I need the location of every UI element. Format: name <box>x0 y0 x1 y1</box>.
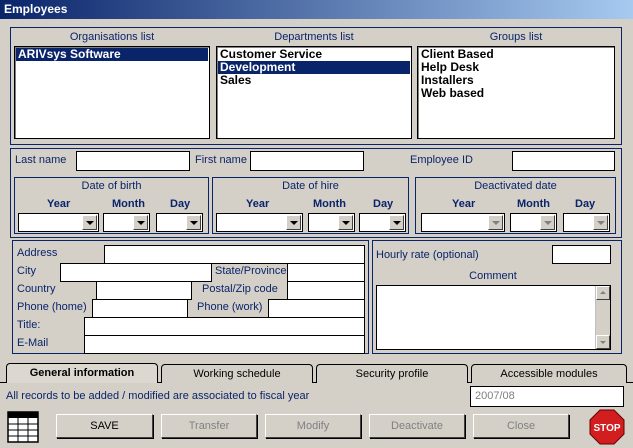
country-field[interactable] <box>96 281 192 300</box>
chevron-down-icon[interactable] <box>186 215 201 230</box>
deactivated-year-label: Year <box>452 198 476 210</box>
deactivate-button[interactable]: Deactivate <box>369 414 465 438</box>
chevron-down-icon[interactable] <box>389 215 404 230</box>
scroll-up-icon[interactable] <box>596 286 610 300</box>
hire-year-label: Year <box>246 198 270 210</box>
close-button[interactable]: Close <box>473 414 569 438</box>
hire-year-select[interactable] <box>216 213 303 232</box>
group-item[interactable]: Web based <box>419 87 613 100</box>
chevron-down-icon[interactable] <box>540 215 555 230</box>
save-button[interactable]: SAVE <box>56 414 153 438</box>
chevron-down-icon[interactable] <box>286 215 301 230</box>
window-title: Employees <box>4 2 68 16</box>
groups-list-label: Groups list <box>489 31 543 43</box>
tab-accessible-modules[interactable]: Accessible modules <box>471 364 627 383</box>
tab-general-information[interactable]: General information <box>6 363 158 383</box>
scroll-down-icon[interactable] <box>596 335 610 349</box>
email-field[interactable] <box>84 335 365 354</box>
postal-code-label: Postal/Zip code <box>202 283 278 295</box>
fiscal-year-field: 2007/08 <box>470 386 624 407</box>
date-of-birth-title: Date of birth <box>81 180 142 192</box>
birth-year-select[interactable] <box>18 213 99 232</box>
organisations-list[interactable]: ARIVsys Software <box>14 46 210 139</box>
city-label: City <box>17 265 36 277</box>
hourly-rate-label: Hourly rate (optional) <box>376 249 479 261</box>
last-name-label: Last name <box>15 154 67 166</box>
birth-month-select[interactable] <box>103 213 150 232</box>
birth-month-label: Month <box>112 198 145 210</box>
deactivated-year-select[interactable] <box>421 213 505 232</box>
first-name-label: First name <box>195 154 247 166</box>
first-name-field[interactable] <box>250 151 364 171</box>
fiscal-year-message: All records to be added / modified are a… <box>6 390 310 402</box>
email-label: E-Mail <box>17 337 49 349</box>
city-field[interactable] <box>60 263 212 282</box>
phone-home-label: Phone (home) <box>17 301 87 313</box>
state-province-label: State/Province <box>215 265 287 277</box>
deactivated-date-title: Deactivated date <box>474 180 557 192</box>
comment-scrollbar[interactable] <box>595 286 610 349</box>
modify-button[interactable]: Modify <box>265 414 361 438</box>
phone-work-field[interactable] <box>268 299 365 318</box>
birth-day-label: Day <box>170 198 191 210</box>
stop-sign-icon: STOP <box>589 409 625 445</box>
employee-id-label: Employee ID <box>410 154 473 166</box>
chevron-down-icon[interactable] <box>593 215 608 230</box>
phone-work-label: Phone (work) <box>197 301 263 313</box>
employee-id-field[interactable] <box>512 151 615 171</box>
birth-year-label: Year <box>47 198 71 210</box>
stop-label: STOP <box>593 423 620 434</box>
departments-list[interactable]: Customer Service Development Sales <box>216 46 412 139</box>
tab-security-profile[interactable]: Security profile <box>316 364 468 383</box>
birth-day-select[interactable] <box>156 213 203 232</box>
organisations-list-label: Organisations list <box>69 31 155 43</box>
date-of-hire-title: Date of hire <box>282 180 339 192</box>
hourly-rate-field[interactable] <box>552 245 611 264</box>
departments-list-label: Departments list <box>274 31 354 43</box>
chevron-down-icon[interactable] <box>488 215 503 230</box>
chevron-down-icon[interactable] <box>338 215 353 230</box>
deactivated-month-select[interactable] <box>510 213 557 232</box>
state-province-field[interactable] <box>287 263 365 282</box>
hire-day-select[interactable] <box>359 213 406 232</box>
stop-button[interactable]: STOP <box>589 409 625 445</box>
address-label: Address <box>17 247 58 259</box>
phone-home-field[interactable] <box>92 299 188 318</box>
address-field[interactable] <box>104 245 365 264</box>
organisation-item[interactable]: ARIVsys Software <box>16 48 208 61</box>
tab-working-schedule[interactable]: Working schedule <box>161 364 313 383</box>
grid-icon[interactable] <box>6 410 40 444</box>
title-field[interactable] <box>84 317 365 336</box>
country-label: Country <box>17 283 56 295</box>
title-label: Title: <box>17 319 41 331</box>
chevron-down-icon[interactable] <box>82 215 97 230</box>
chevron-down-icon[interactable] <box>133 215 148 230</box>
hire-day-label: Day <box>373 198 394 210</box>
postal-code-field[interactable] <box>287 281 365 300</box>
deactivated-day-select[interactable] <box>563 213 610 232</box>
groups-list[interactable]: Client Based Help Desk Installers Web ba… <box>417 46 615 139</box>
comment-textarea[interactable] <box>376 285 611 350</box>
last-name-field[interactable] <box>76 151 190 171</box>
deactivated-month-label: Month <box>517 198 550 210</box>
deactivated-day-label: Day <box>575 198 596 210</box>
hire-month-label: Month <box>313 198 346 210</box>
hire-month-select[interactable] <box>308 213 355 232</box>
window-title-bar: Employees <box>0 0 633 19</box>
transfer-button[interactable]: Transfer <box>161 414 257 438</box>
department-item[interactable]: Sales <box>218 74 410 87</box>
comment-label: Comment <box>469 270 517 282</box>
